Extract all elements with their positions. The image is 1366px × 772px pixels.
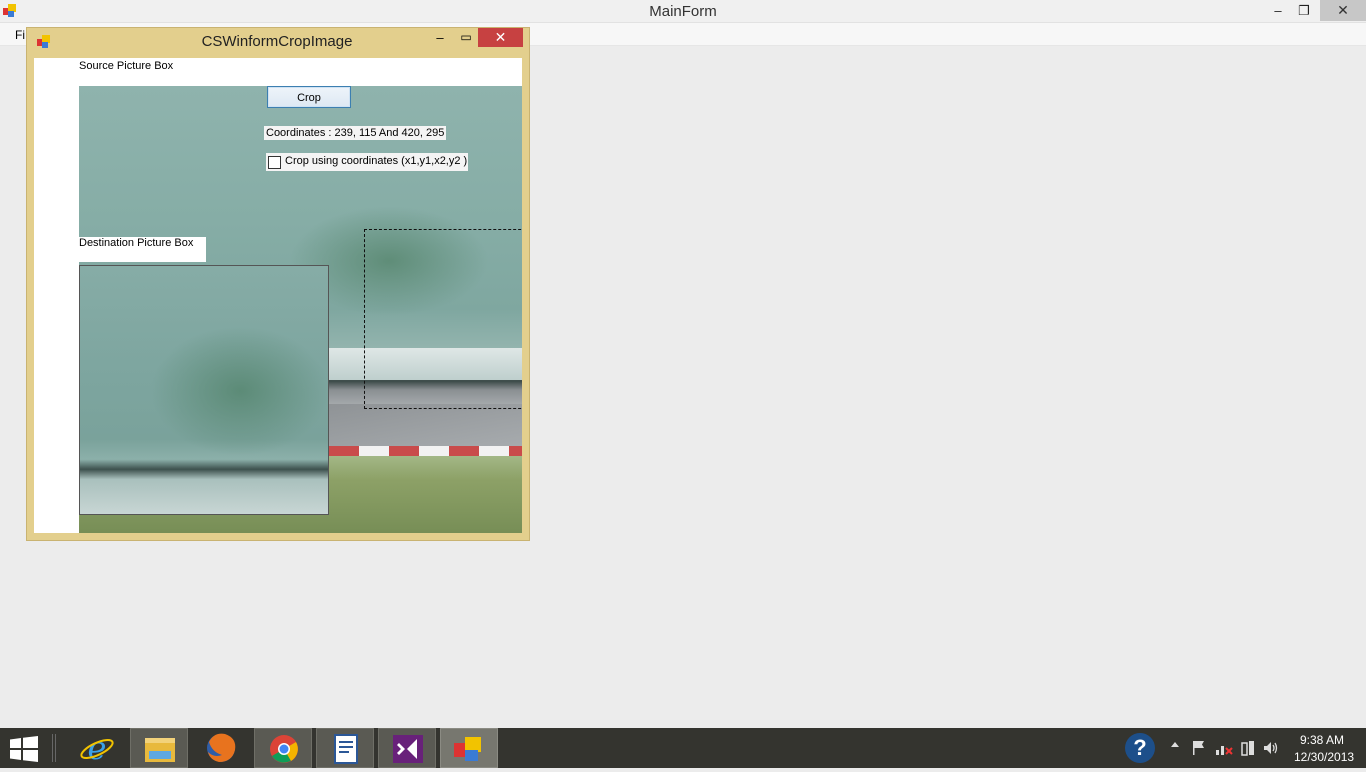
source-image-curb [329, 446, 522, 456]
child-minimize-button[interactable]: – [431, 30, 449, 45]
windows-start-icon[interactable] [10, 736, 38, 762]
taskbar: e ? 9:38 AM 12/30/2013 [0, 728, 1366, 768]
winform-app-icon [454, 737, 481, 761]
action-center-flag-icon[interactable] [1192, 740, 1206, 756]
crop-image-window: CSWinformCropImage – ▭ ✕ Source Picture … [26, 27, 530, 541]
destination-picture-box [79, 265, 329, 515]
crop-selection-rectangle[interactable] [364, 229, 522, 409]
main-minimize-button[interactable]: – [1265, 0, 1291, 21]
document-icon [334, 734, 358, 764]
client-area: Source Picture Box Crop Coordinates : 23… [34, 58, 522, 533]
chrome-icon [270, 735, 298, 763]
taskbar-visual-studio[interactable] [378, 728, 436, 768]
coordinates-label: Coordinates : 239, 115 And 420, 295 [264, 126, 447, 140]
firefox-icon [207, 733, 236, 762]
crop-using-coordinates-checkbox-row[interactable]: Crop using coordinates (x1,y1,x2,y2 ) [266, 153, 468, 171]
clock-time[interactable]: 9:38 AM [1300, 733, 1344, 747]
main-window-title: MainForm [649, 3, 717, 20]
internet-explorer-icon: e [80, 729, 114, 767]
destination-picture-box-label: Destination Picture Box [79, 237, 206, 262]
visual-studio-icon [393, 735, 423, 763]
main-restore-button[interactable]: ❐ [1291, 0, 1317, 21]
crop-using-coordinates-checkbox[interactable] [268, 156, 281, 169]
menu-file[interactable]: Fi [15, 28, 25, 42]
taskbar-winform-app[interactable] [440, 728, 498, 768]
folder-icon [145, 738, 175, 762]
svg-text:e: e [88, 729, 107, 767]
main-window-titlebar: MainForm – ❐ ✕ [0, 0, 1366, 23]
window-icon [37, 35, 50, 48]
volume-icon[interactable] [1263, 740, 1279, 756]
taskbar-chrome[interactable] [254, 728, 312, 768]
power-icon[interactable] [1240, 740, 1256, 756]
taskbar-document-app[interactable] [316, 728, 374, 768]
crop-using-coordinates-label[interactable]: Crop using coordinates (x1,y1,x2,y2 ) [285, 155, 467, 167]
network-icon[interactable] [1215, 740, 1233, 756]
clock-date[interactable]: 12/30/2013 [1294, 750, 1354, 764]
child-maximize-button[interactable]: ▭ [457, 30, 475, 44]
crop-button[interactable]: Crop [267, 86, 351, 108]
main-close-button[interactable]: ✕ [1320, 0, 1366, 21]
taskbar-internet-explorer[interactable]: e [68, 728, 126, 768]
crop-window-title: CSWinformCropImage [201, 33, 353, 50]
taskbar-grip-icon [52, 734, 56, 762]
show-hidden-icons-arrow[interactable] [1170, 740, 1180, 750]
destination-image-blur [150, 326, 328, 456]
taskbar-firefox[interactable] [192, 728, 250, 768]
help-icon[interactable]: ? [1125, 733, 1155, 763]
child-close-button[interactable]: ✕ [478, 28, 523, 47]
source-picture-box-label: Source Picture Box [79, 60, 174, 72]
taskbar-file-explorer[interactable] [130, 728, 188, 768]
